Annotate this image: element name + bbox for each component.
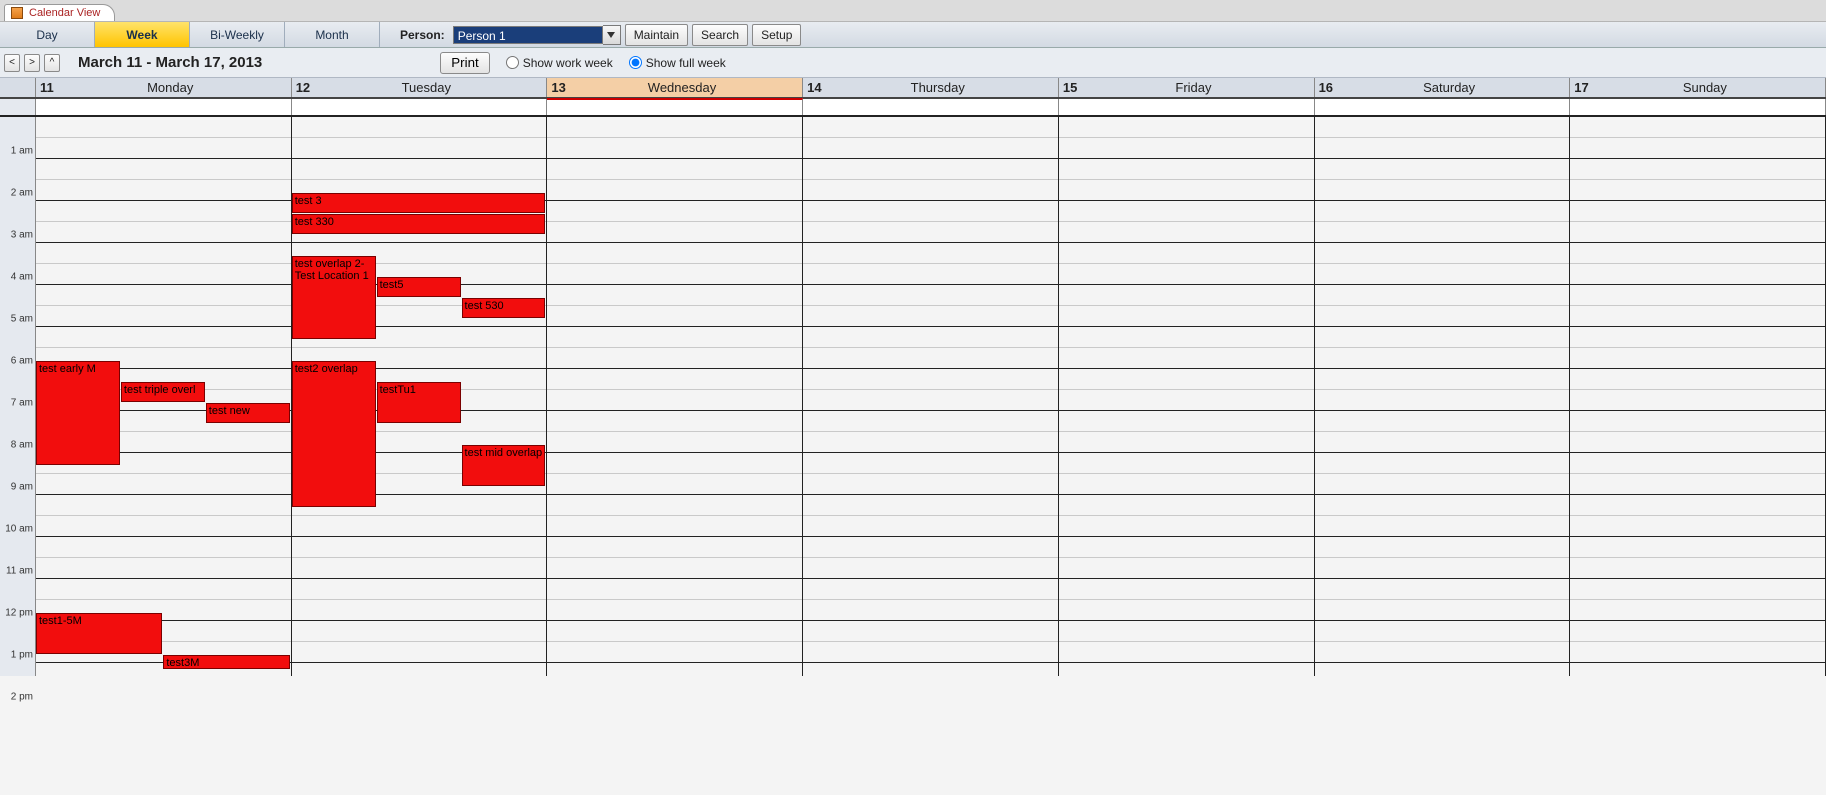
day-column-saturday[interactable] [1315, 117, 1571, 676]
all-day-cell[interactable] [803, 99, 1059, 115]
hour-label: 5 am [11, 314, 33, 325]
view-toolbar: DayWeekBi-WeeklyMonth Person: Person 1 M… [0, 22, 1826, 48]
calendar-event[interactable]: test early M [36, 361, 120, 465]
day-column-monday[interactable]: test early Mtest triple overltest new tes… [36, 117, 292, 676]
calendar-event[interactable]: test 530 [462, 298, 546, 318]
day-number: 17 [1574, 80, 1588, 95]
maintain-button[interactable]: Maintain [625, 24, 688, 46]
all-day-gutter [0, 99, 36, 115]
all-day-cell[interactable] [292, 99, 548, 115]
hour-label: 7 am [11, 398, 33, 409]
day-column-wednesday[interactable] [547, 117, 803, 676]
day-column-sunday[interactable] [1570, 117, 1826, 676]
setup-button[interactable]: Setup [752, 24, 801, 46]
time-gutter-header [0, 78, 36, 97]
calendar-event[interactable]: test2 overlap [292, 361, 376, 507]
all-day-cell[interactable] [1315, 99, 1571, 115]
hour-label: 12 pm [5, 608, 33, 619]
all-day-row [0, 99, 1826, 117]
day-name: Tuesday [310, 80, 542, 95]
hour-label: 1 am [11, 146, 33, 157]
day-header-wednesday[interactable]: 13Wednesday [547, 78, 803, 97]
calendar-grid: 11Monday12Tuesday13Wednesday14Thursday15… [0, 78, 1826, 676]
day-name: Sunday [1589, 80, 1821, 95]
day-number: 16 [1319, 80, 1333, 95]
next-week-button[interactable]: > [24, 54, 40, 72]
date-range-label: March 11 - March 17, 2013 [64, 54, 262, 71]
prev-week-button[interactable]: < [4, 54, 20, 72]
day-header-thursday[interactable]: 14Thursday [803, 78, 1059, 97]
view-month[interactable]: Month [285, 22, 380, 47]
person-select[interactable]: Person 1 [453, 22, 621, 47]
hour-label: 8 am [11, 440, 33, 451]
calendar-event[interactable]: test mid overlap [462, 445, 546, 486]
hour-grid: 1 am 2 am 3 am 4 am 5 am 6 am 7 am 8 am 9 am 10 a… [0, 117, 1826, 676]
day-number: 12 [296, 80, 310, 95]
person-dropdown-button[interactable] [603, 25, 621, 45]
hour-label: 4 am [11, 272, 33, 283]
calendar-event[interactable]: test new [206, 403, 290, 423]
view-day[interactable]: Day [0, 22, 95, 47]
calendar-event[interactable]: test5 [377, 277, 461, 297]
view-week[interactable]: Week [95, 22, 190, 47]
tab-label: Calendar View [29, 7, 100, 19]
show-full-week-radio[interactable]: Show full week [629, 56, 726, 70]
print-button[interactable]: Print [440, 52, 489, 74]
hour-label: 2 pm [11, 692, 33, 703]
calendar-event[interactable]: test1-5M [36, 613, 162, 654]
today-button[interactable]: ^ [44, 54, 60, 72]
form-icon [11, 7, 23, 19]
hour-label: 1 pm [11, 650, 33, 661]
hour-label: 9 am [11, 482, 33, 493]
day-column-thursday[interactable] [803, 117, 1059, 676]
hour-label: 2 am [11, 188, 33, 199]
calendar-event[interactable]: test 330 [292, 214, 546, 234]
day-name: Wednesday [566, 80, 798, 95]
day-name: Saturday [1333, 80, 1565, 95]
day-number: 13 [551, 80, 565, 95]
day-header-monday[interactable]: 11Monday [36, 78, 292, 97]
navigation-toolbar: < > ^ March 11 - March 17, 2013 Print Sh… [0, 48, 1826, 78]
view-bi-weekly[interactable]: Bi-Weekly [190, 22, 285, 47]
calendar-event[interactable]: test overlap 2- Test Location 1 [292, 256, 376, 339]
hour-label: 3 am [11, 230, 33, 241]
day-header-tuesday[interactable]: 12Tuesday [292, 78, 548, 97]
day-header-row: 11Monday12Tuesday13Wednesday14Thursday15… [0, 78, 1826, 99]
show-work-week-radio[interactable]: Show work week [506, 56, 613, 70]
all-day-cell[interactable] [36, 99, 292, 115]
day-number: 11 [40, 80, 54, 95]
hour-label: 6 am [11, 356, 33, 367]
all-day-cell[interactable] [1059, 99, 1315, 115]
day-name: Monday [54, 80, 287, 95]
day-column-friday[interactable] [1059, 117, 1315, 676]
day-number: 14 [807, 80, 821, 95]
hour-label: 11 am [6, 566, 33, 577]
time-gutter: 1 am 2 am 3 am 4 am 5 am 6 am 7 am 8 am 9 am 10 a… [0, 117, 36, 676]
tab-calendar-view[interactable]: Calendar View [4, 4, 115, 21]
hour-label: 10 am [5, 524, 33, 535]
day-column-tuesday[interactable]: test 3test 330 test overlap 2- Test Locat… [292, 117, 548, 676]
work-week-radio-label: Show work week [523, 56, 613, 70]
day-header-sunday[interactable]: 17Sunday [1570, 78, 1826, 97]
person-label: Person: [380, 22, 453, 47]
full-week-radio-label: Show full week [646, 56, 726, 70]
day-name: Friday [1077, 80, 1309, 95]
work-week-radio-input[interactable] [506, 56, 519, 69]
all-day-cell[interactable] [547, 98, 803, 115]
full-week-radio-input[interactable] [629, 56, 642, 69]
day-header-saturday[interactable]: 16Saturday [1315, 78, 1571, 97]
day-name: Thursday [822, 80, 1054, 95]
calendar-event[interactable]: testTu1 [377, 382, 461, 423]
chevron-down-icon [607, 32, 615, 38]
day-header-friday[interactable]: 15Friday [1059, 78, 1315, 97]
calendar-event[interactable]: test 3 [292, 193, 546, 213]
calendar-event[interactable]: test3M [163, 655, 289, 669]
search-button[interactable]: Search [692, 24, 748, 46]
tab-strip: Calendar View [0, 0, 1826, 22]
all-day-cell[interactable] [1570, 99, 1826, 115]
calendar-event[interactable]: test triple overl [121, 382, 205, 402]
day-number: 15 [1063, 80, 1077, 95]
person-selected-value: Person 1 [453, 26, 603, 44]
